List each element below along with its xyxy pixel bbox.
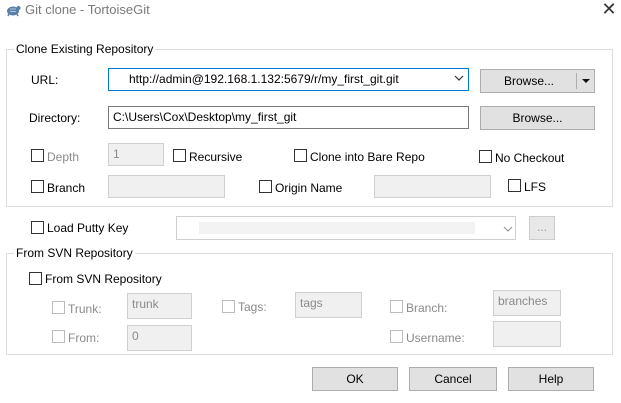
svn-branch-value: branches (498, 294, 548, 308)
username-label: Username: (406, 331, 465, 345)
tortoise-icon (7, 6, 21, 17)
tags-checkbox[interactable] (222, 300, 235, 313)
svn-branch-label: Branch: (406, 301, 448, 315)
trunk-label: Trunk: (68, 302, 102, 316)
from-label: From: (68, 331, 100, 345)
no-checkout-checkbox[interactable] (479, 150, 492, 163)
from-value: 0 (132, 329, 139, 343)
origin-name-checkbox[interactable] (259, 180, 272, 193)
url-value: http://admin@192.168.1.132:5679/r/my_fir… (129, 72, 399, 86)
from-input[interactable]: 0 (127, 325, 192, 351)
depth-value: 1 (113, 147, 120, 161)
cancel-button[interactable]: Cancel (409, 367, 497, 391)
from-svn-checkbox[interactable] (29, 272, 42, 285)
recursive-label: Recursive (189, 150, 243, 164)
depth-checkbox[interactable] (31, 149, 44, 162)
tags-value: tags (300, 296, 323, 310)
no-checkout-label: No Checkout (495, 151, 565, 165)
directory-browse-button[interactable]: Browse... (480, 106, 595, 130)
directory-input[interactable]: C:\Users\Cox\Desktop\my_first_git (108, 106, 469, 129)
username-input[interactable] (493, 321, 561, 347)
origin-name-input[interactable] (374, 175, 491, 198)
from-svn-label: From SVN Repository (45, 272, 162, 286)
svn-branch-input[interactable]: branches (493, 290, 561, 316)
trunk-checkbox[interactable] (52, 301, 65, 314)
directory-value: C:\Users\Cox\Desktop\my_first_git (113, 110, 297, 124)
title-bar: Git clone - TortoiseGit ✕ (0, 0, 621, 22)
svn-group-label: From SVN Repository (14, 246, 135, 260)
depth-label: Depth (47, 150, 80, 164)
help-button[interactable]: Help (508, 367, 594, 391)
svn-branch-checkbox[interactable] (390, 300, 403, 313)
branch-checkbox[interactable] (31, 180, 44, 193)
url-browse-button[interactable]: Browse... (480, 69, 595, 93)
url-browse-label: Browse... (503, 74, 554, 88)
lfs-checkbox[interactable] (508, 179, 521, 192)
recursive-checkbox[interactable] (173, 149, 186, 162)
branch-input[interactable] (108, 175, 225, 198)
dropdown-arrow-icon (582, 79, 590, 83)
trunk-value: trunk (132, 297, 159, 311)
from-checkbox[interactable] (52, 330, 65, 343)
load-putty-key-label: Load Putty Key (47, 221, 129, 235)
load-putty-key-checkbox[interactable] (31, 221, 44, 234)
url-browse-dropdown[interactable] (576, 73, 595, 89)
directory-label: Directory: (29, 111, 81, 125)
username-checkbox[interactable] (390, 330, 403, 343)
ok-button[interactable]: OK (312, 367, 398, 391)
putty-key-browse-button[interactable]: ... (529, 216, 555, 240)
tags-input[interactable]: tags (295, 292, 362, 318)
putty-key-combobox[interactable] (176, 216, 516, 240)
trunk-input[interactable]: trunk (127, 293, 192, 319)
tags-label: Tags: (238, 300, 267, 314)
bare-repo-label: Clone into Bare Repo (310, 150, 425, 164)
clone-group-label: Clone Existing Repository (14, 42, 156, 56)
bare-repo-checkbox[interactable] (294, 149, 307, 162)
window-title: Git clone - TortoiseGit (25, 2, 150, 17)
origin-name-label: Origin Name (275, 181, 343, 195)
chevron-down-icon (503, 226, 513, 232)
depth-input[interactable]: 1 (108, 143, 164, 166)
close-button[interactable]: ✕ (598, 0, 620, 20)
chevron-down-icon[interactable] (454, 73, 464, 85)
url-label: URL: (31, 73, 59, 87)
branch-label: Branch (47, 181, 86, 195)
putty-key-value-area (199, 222, 475, 234)
url-combobox[interactable]: http://admin@192.168.1.132:5679/r/my_fir… (108, 68, 469, 91)
lfs-label: LFS (524, 180, 547, 194)
